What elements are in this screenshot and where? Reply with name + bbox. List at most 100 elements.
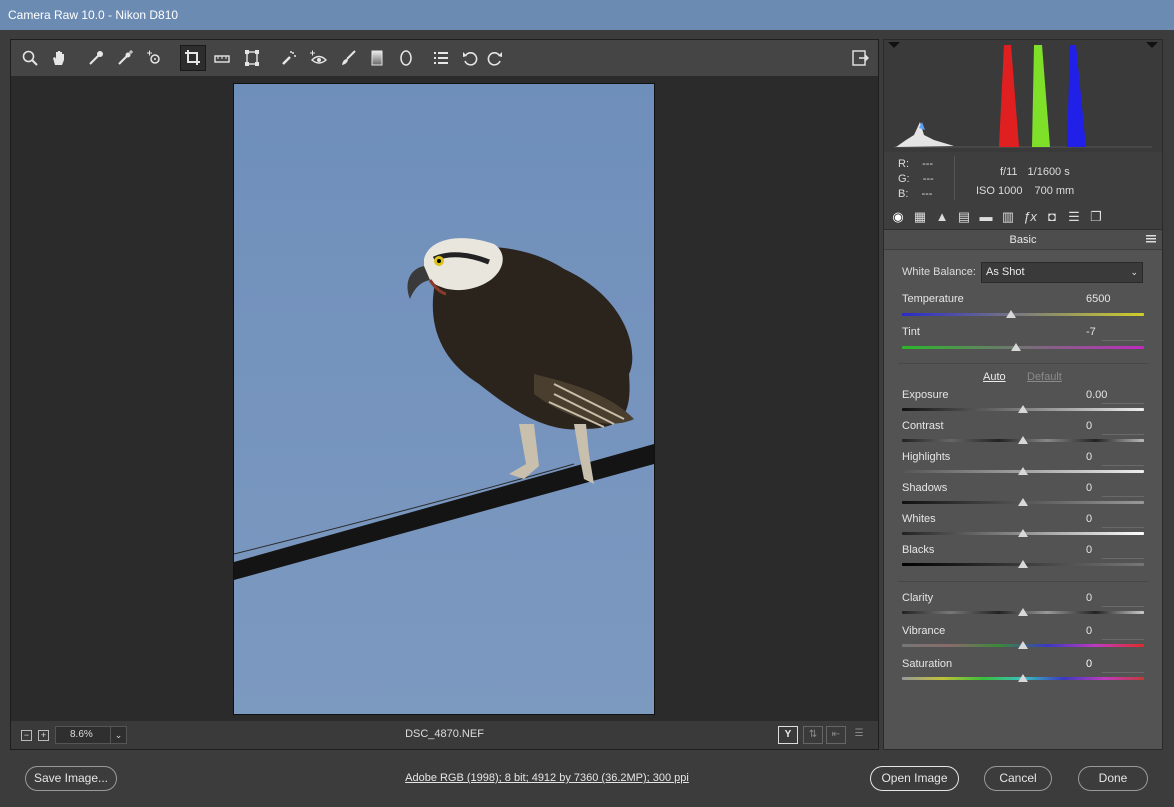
aperture: f/11 bbox=[1000, 166, 1018, 178]
spot-removal-tool-icon[interactable] bbox=[276, 45, 302, 71]
slider-label: Tint bbox=[902, 326, 920, 338]
hsl-tab-icon[interactable]: ▤ bbox=[955, 208, 973, 226]
slider-value[interactable]: 0 bbox=[1086, 658, 1128, 670]
targeted-adjustment-tool-icon[interactable] bbox=[141, 45, 167, 71]
info-readout: R: --- G: --- B: --- f/11 1/1600 s ISO 10… bbox=[884, 152, 1162, 204]
slider-thumb[interactable] bbox=[1018, 498, 1028, 506]
slider-value[interactable]: 0 bbox=[1086, 592, 1128, 604]
radial-filter-tool-icon[interactable] bbox=[393, 45, 419, 71]
open-image-button[interactable]: Open Image bbox=[870, 766, 959, 791]
slider-thumb[interactable] bbox=[1018, 641, 1028, 649]
iso: ISO 1000 bbox=[976, 185, 1023, 197]
saturation-slider[interactable]: Saturation 0 bbox=[902, 658, 1144, 686]
rotate-right-icon[interactable] bbox=[482, 45, 508, 71]
slider-thumb[interactable] bbox=[1018, 560, 1028, 568]
white-balance-value: As Shot bbox=[986, 266, 1025, 278]
slider-track[interactable] bbox=[902, 346, 1144, 349]
panel-menu-icon[interactable] bbox=[1146, 235, 1156, 243]
slider-thumb[interactable] bbox=[1018, 608, 1028, 616]
slider-thumb[interactable] bbox=[1010, 343, 1021, 351]
exposure-slider[interactable]: Exposure 0.00 bbox=[902, 389, 1144, 417]
slider-value[interactable]: 0 bbox=[1086, 625, 1128, 637]
filename: DSC_4870.NEF bbox=[405, 728, 484, 740]
tone-curve-tab-icon[interactable]: ▦ bbox=[911, 208, 929, 226]
slider-value[interactable]: 6500 bbox=[1086, 293, 1128, 305]
basic-tab-icon[interactable]: ◉ bbox=[889, 208, 907, 226]
preferences-tool-icon[interactable] bbox=[428, 45, 454, 71]
slider-value[interactable]: 0 bbox=[1086, 544, 1128, 556]
default-link[interactable]: Default bbox=[1027, 371, 1062, 383]
b-value: --- bbox=[921, 188, 933, 200]
contrast-slider[interactable]: Contrast 0 bbox=[902, 420, 1144, 448]
highlights-slider[interactable]: Highlights 0 bbox=[902, 451, 1144, 479]
straighten-tool-icon[interactable] bbox=[209, 45, 235, 71]
slider-thumb[interactable] bbox=[1018, 674, 1028, 682]
cancel-button[interactable]: Cancel bbox=[984, 766, 1052, 791]
white-balance-tool-icon[interactable] bbox=[83, 45, 109, 71]
photo-preview[interactable] bbox=[233, 83, 655, 715]
presets-tab-icon[interactable]: ☰ bbox=[1065, 208, 1083, 226]
slider-value[interactable]: 0 bbox=[1086, 513, 1128, 525]
slider-thumb[interactable] bbox=[1018, 436, 1028, 444]
done-button[interactable]: Done bbox=[1078, 766, 1148, 791]
image-canvas[interactable] bbox=[11, 76, 878, 721]
before-after-view-button[interactable]: Y bbox=[778, 726, 798, 744]
slider-label: Whites bbox=[902, 513, 936, 525]
histogram-red bbox=[999, 45, 1019, 147]
hand-tool-icon[interactable] bbox=[46, 45, 72, 71]
section-divider bbox=[898, 363, 1148, 364]
slider-thumb[interactable] bbox=[1005, 310, 1016, 318]
toggle-settings-icon[interactable]: ☰ bbox=[849, 726, 869, 744]
effects-tab-icon[interactable]: ƒx bbox=[1021, 208, 1039, 226]
camera-calibration-tab-icon[interactable]: ◘ bbox=[1043, 208, 1061, 226]
auto-link[interactable]: Auto bbox=[983, 371, 1006, 383]
slider-value[interactable]: 0.00 bbox=[1086, 389, 1128, 401]
slider-label: Temperature bbox=[902, 293, 964, 305]
snapshots-tab-icon[interactable]: ❐ bbox=[1087, 208, 1105, 226]
slider-value[interactable]: 0 bbox=[1086, 420, 1128, 432]
split-toning-tab-icon[interactable]: ▬ bbox=[977, 208, 995, 226]
g-label: G: bbox=[898, 173, 910, 185]
slider-thumb[interactable] bbox=[1018, 529, 1028, 537]
slider-thumb[interactable] bbox=[1018, 405, 1028, 413]
vibrance-slider[interactable]: Vibrance 0 bbox=[902, 625, 1144, 653]
temperature-slider[interactable]: Temperature 6500 bbox=[902, 293, 1144, 323]
toolbar bbox=[11, 40, 878, 76]
detail-tab-icon[interactable]: ▲ bbox=[933, 208, 951, 226]
status-bar: − + 8.6% ⌄ DSC_4870.NEF Y ⇅ ⇤ ☰ bbox=[11, 721, 878, 749]
slider-label: Contrast bbox=[902, 420, 944, 432]
swap-settings-icon[interactable]: ⇅ bbox=[803, 726, 823, 744]
red-eye-tool-icon[interactable] bbox=[305, 45, 331, 71]
adjustment-brush-tool-icon[interactable] bbox=[335, 45, 361, 71]
rotate-left-icon[interactable] bbox=[457, 45, 483, 71]
fullscreen-toggle-icon[interactable] bbox=[847, 45, 873, 71]
tint-slider[interactable]: Tint -7 bbox=[902, 326, 1144, 356]
slider-value[interactable]: 0 bbox=[1086, 482, 1128, 494]
slider-label: Highlights bbox=[902, 451, 951, 463]
slider-label: Vibrance bbox=[902, 625, 946, 637]
slider-thumb[interactable] bbox=[1018, 467, 1028, 475]
value-underline bbox=[1102, 496, 1144, 497]
slider-value[interactable]: -7 bbox=[1086, 326, 1128, 338]
crop-tool-icon[interactable] bbox=[180, 45, 206, 71]
slider-label: Exposure bbox=[902, 389, 949, 401]
copy-settings-icon[interactable]: ⇤ bbox=[826, 726, 846, 744]
section-divider bbox=[898, 581, 1148, 582]
lens-corrections-tab-icon[interactable]: ▥ bbox=[999, 208, 1017, 226]
white-balance-label: White Balance: bbox=[902, 266, 976, 278]
white-balance-select[interactable]: As Shot ⌄ bbox=[981, 262, 1143, 283]
slider-label: Clarity bbox=[902, 592, 934, 604]
value-underline bbox=[1102, 340, 1144, 341]
whites-slider[interactable]: Whites 0 bbox=[902, 513, 1144, 541]
graduated-filter-tool-icon[interactable] bbox=[364, 45, 390, 71]
shadows-slider[interactable]: Shadows 0 bbox=[902, 482, 1144, 510]
clarity-slider[interactable]: Clarity 0 bbox=[902, 592, 1144, 620]
slider-value[interactable]: 0 bbox=[1086, 451, 1128, 463]
slider-track[interactable] bbox=[902, 313, 1144, 316]
color-sampler-tool-icon[interactable] bbox=[112, 45, 138, 71]
transform-tool-icon[interactable] bbox=[239, 45, 265, 71]
r-value: --- bbox=[922, 158, 934, 170]
zoom-tool-icon[interactable] bbox=[17, 45, 43, 71]
blacks-slider[interactable]: Blacks 0 bbox=[902, 544, 1144, 572]
chevron-down-icon: ⌄ bbox=[1130, 267, 1138, 277]
